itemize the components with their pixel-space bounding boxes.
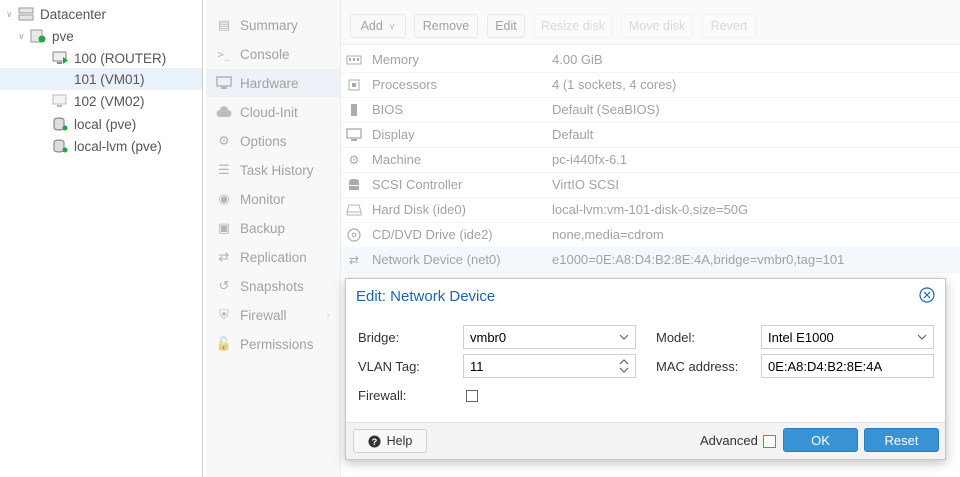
resource-tree: ∨ Datacenter ∨ pve 100 (ROUTER) 101 (VM0… [0,0,203,477]
firewall-label: Firewall: [358,388,407,403]
chevron-down-icon[interactable] [619,326,629,348]
edit-network-device-dialog: Edit: Network Device Bridge: vmbr0 VLAN … [345,278,946,460]
tree-item-label: Datacenter [40,6,107,22]
vlan-tag-value: 11 [470,358,484,374]
tree-item-label: 101 (VM01) [74,71,145,87]
tree-item-label: local-lvm (pve) [74,138,162,154]
vm-stopped-icon [52,94,67,107]
spinner-icon[interactable] [619,355,629,377]
tree-item-vm[interactable]: 101 (VM01) [0,68,202,90]
model-label: Model: [656,330,696,345]
advanced-label: Advanced [700,433,758,448]
help-button[interactable]: ? Help [353,429,427,453]
advanced-checkbox[interactable] [763,435,776,448]
bridge-value: vmbr0 [470,329,507,345]
bridge-select[interactable]: vmbr0 [463,325,636,349]
datacenter-icon [18,7,34,21]
vlan-tag-label: VLAN Tag: [358,359,420,374]
tree-item-label: pve [52,28,74,44]
vm-running-icon [52,51,68,64]
close-icon[interactable] [919,287,935,303]
question-circle-icon: ? [368,434,381,448]
model-value: Intel E1000 [768,329,834,345]
tree-item-node[interactable]: ∨ pve [0,25,202,47]
chevron-down-icon[interactable] [917,326,927,348]
storage-icon [53,139,68,153]
tree-item-label: 102 (VM02) [74,93,145,109]
tree-item-datacenter[interactable]: ∨ Datacenter [0,3,202,25]
ok-button[interactable]: OK [783,428,858,452]
tree-item-vm[interactable]: 100 (ROUTER) [0,47,202,69]
tree-item-label: local (pve) [74,116,137,132]
mac-address-value: 0E:A8:D4:B2:8E:4A [768,358,883,374]
mac-address-label: MAC address: [656,359,739,374]
server-online-icon [30,29,46,43]
mac-address-input[interactable]: 0E:A8:D4:B2:8E:4A [761,354,934,378]
tree-item-label: 100 (ROUTER) [74,50,167,66]
tree-item-vm[interactable]: 102 (VM02) [0,90,202,112]
dialog-footer: ? Help Advanced OK Reset [346,422,945,459]
storage-icon [53,117,68,131]
model-select[interactable]: Intel E1000 [761,325,934,349]
vlan-tag-input[interactable]: 11 [463,354,636,378]
help-label: Help [386,434,413,448]
firewall-checkbox[interactable] [466,390,478,402]
tree-item-storage[interactable]: local (pve) [0,113,202,135]
tree-item-storage[interactable]: local-lvm (pve) [0,135,202,157]
collapse-icon[interactable]: ∨ [18,31,30,42]
reset-button[interactable]: Reset [864,428,939,452]
svg-text:?: ? [371,436,377,446]
vm-icon [52,72,68,86]
collapse-icon[interactable]: ∨ [6,9,18,20]
bridge-label: Bridge: [358,330,400,345]
dialog-title: Edit: Network Device [356,288,496,305]
